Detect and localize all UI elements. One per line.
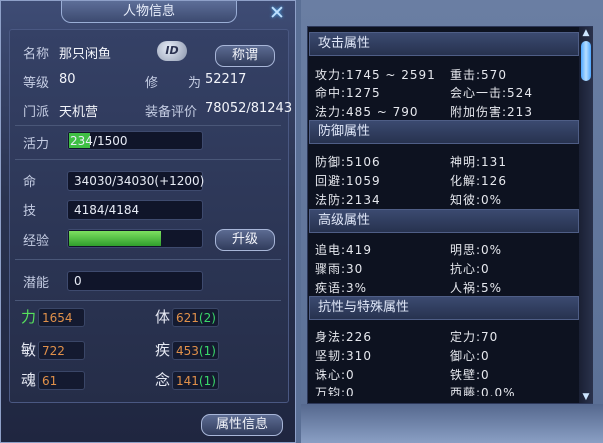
cultivation-label: 修 <box>145 76 159 91</box>
upgrade-button[interactable]: 升级 <box>215 229 275 251</box>
level-label: 等级 <box>23 76 50 91</box>
attack-stat: 会心一击:524 <box>450 86 533 100</box>
character-info-panel: 人物信息 ✕ 名称 那只闲鱼 ID 称谓 等级 80 修 为 52217 门派 … <box>0 0 296 443</box>
attack-stat: 重击:570 <box>450 68 507 82</box>
advanced-stat: 抗心:0 <box>450 262 490 276</box>
hp-value: 34030/34030(+1200) <box>74 174 205 188</box>
special-stat: 万钧:0 <box>315 386 355 396</box>
clipped-row: 万钧:0 西藤:0.0% <box>308 384 576 396</box>
stat-speed-value: 453(1) <box>172 341 219 360</box>
name-value: 那只闲鱼 <box>59 47 112 62</box>
potential-value: 0 <box>74 274 82 288</box>
skill-box: 4184/4184 <box>67 200 203 220</box>
advanced-stat: 疾语:3% <box>315 281 368 295</box>
divider <box>15 159 281 160</box>
exp-label: 经验 <box>23 234 50 249</box>
faction-label: 门派 <box>23 105 50 120</box>
advanced-stat: 骤雨:30 <box>315 262 364 276</box>
scroll-down-icon[interactable]: ▼ <box>580 391 592 403</box>
hp-box: 34030/34030(+1200) <box>67 171 205 191</box>
hp-label: 命 <box>23 175 37 190</box>
level-value: 80 <box>59 72 76 87</box>
advanced-stat: 追电:419 <box>315 243 372 257</box>
panel-bottom-decoration <box>301 404 603 443</box>
divider <box>15 125 281 126</box>
attack-stat: 命中:1275 <box>315 86 381 100</box>
exp-bar <box>67 229 203 248</box>
stat-mind-label: 念 <box>155 371 171 389</box>
stat-mind-value: 141(1) <box>172 371 219 390</box>
special-stat: 诛心:0 <box>315 368 355 382</box>
gear-score-label: 装备评价 <box>145 105 198 120</box>
attack-stat: 附加伤害:213 <box>450 105 533 119</box>
attribute-info-button[interactable]: 属性信息 <box>201 414 283 436</box>
panel-title: 人物信息 <box>61 1 237 23</box>
defense-stat: 知彼:0% <box>450 193 503 207</box>
vitality-bar: 234/1500 <box>67 131 203 150</box>
stat-soul-value: 61 <box>38 371 85 390</box>
stat-strength-label: 力 <box>21 308 37 326</box>
scrollbar[interactable]: ▲ ▼ <box>579 27 593 403</box>
special-stat: 坚韧:310 <box>315 349 372 363</box>
scrollbar-thumb[interactable] <box>581 41 591 81</box>
divider <box>15 259 281 260</box>
faction-value: 天机营 <box>59 105 99 120</box>
cultivation-value: 52217 <box>205 72 247 87</box>
name-label: 名称 <box>23 47 50 62</box>
gear-score-value: 78052/81243 <box>205 101 293 116</box>
id-badge-icon[interactable]: ID <box>157 41 187 61</box>
vitality-value: 234/1500 <box>70 134 128 148</box>
defense-stat: 神明:131 <box>450 155 507 169</box>
potential-box: 0 <box>67 271 203 291</box>
defense-stat: 回避:1059 <box>315 174 381 188</box>
advanced-stat: 明思:0% <box>450 243 503 257</box>
title-button[interactable]: 称谓 <box>215 45 275 67</box>
potential-label: 潜能 <box>23 276 50 291</box>
attack-stat: 法力:485 ~ 790 <box>315 105 419 119</box>
special-stat: 定力:70 <box>450 330 499 344</box>
stat-agility-label: 敏 <box>21 341 37 359</box>
exp-fill <box>69 231 162 246</box>
defense-stat: 法防:2134 <box>315 193 381 207</box>
vitality-label: 活力 <box>23 137 50 152</box>
stat-soul-label: 魂 <box>21 371 37 389</box>
special-stat: 西藤:0.0% <box>450 386 516 396</box>
stat-speed-label: 疾 <box>155 341 171 359</box>
divider <box>15 300 281 301</box>
advanced-stat: 人祸:5% <box>450 281 503 295</box>
defense-stat: 防御:5106 <box>315 155 381 169</box>
special-section-header: 抗性与特殊属性 <box>309 296 579 320</box>
scroll-up-icon[interactable]: ▲ <box>580 27 592 39</box>
skill-value: 4184/4184 <box>74 203 140 217</box>
special-stat: 身法:226 <box>315 330 372 344</box>
stat-constitution-value: 621(2) <box>172 308 219 327</box>
defense-section-header: 防御属性 <box>309 120 579 144</box>
close-icon[interactable]: ✕ <box>267 4 287 24</box>
attribute-detail-panel: ▲ ▼ 攻击属性 攻力:1745 ~ 2591 重击:570 命中:1275 会… <box>301 0 603 443</box>
skill-label: 技 <box>23 204 37 219</box>
special-stat: 铁壁:0 <box>450 368 490 382</box>
cultivation-label-2: 为 <box>188 76 202 91</box>
stat-strength-value: 1654 <box>38 308 85 327</box>
attack-stat: 攻力:1745 ~ 2591 <box>315 68 436 82</box>
defense-stat: 化解:126 <box>450 174 507 188</box>
attack-section-header: 攻击属性 <box>309 32 579 56</box>
stat-agility-value: 722 <box>38 341 85 360</box>
special-stat: 御心:0 <box>450 349 490 363</box>
advanced-section-header: 高级属性 <box>309 209 579 233</box>
stat-constitution-label: 体 <box>155 308 171 326</box>
